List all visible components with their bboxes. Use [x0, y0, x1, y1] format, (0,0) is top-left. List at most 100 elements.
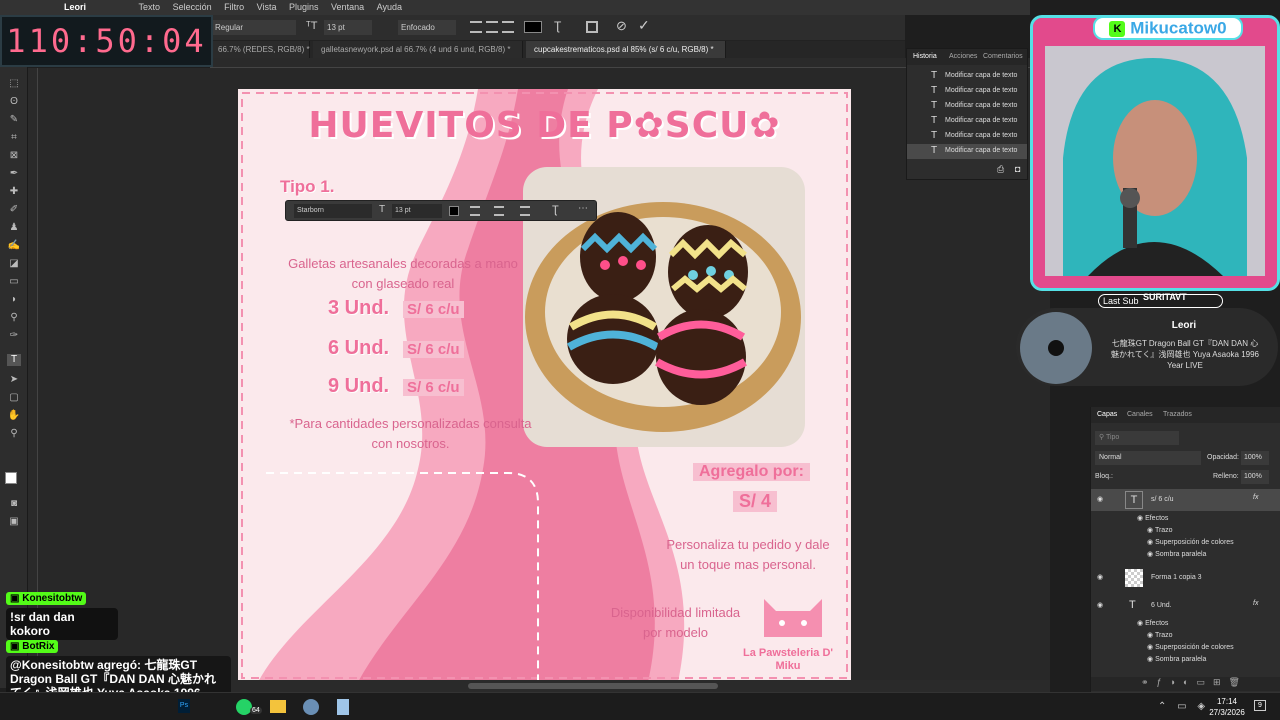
color-swatch[interactable] — [524, 21, 542, 33]
eyedropper-icon[interactable]: ✒ — [7, 168, 21, 180]
fill-input[interactable]: 100% — [1241, 470, 1269, 484]
tab-acciones[interactable]: Acciones — [949, 53, 977, 60]
notification-icon[interactable]: 9 — [1254, 700, 1266, 711]
history-brush-icon[interactable]: ✍ — [7, 240, 21, 252]
quick-mask-icon[interactable]: ◙ — [7, 498, 21, 510]
effect-item[interactable]: ◉ Efectos — [1091, 514, 1280, 526]
history-item[interactable]: T Modificar capa de texto — [907, 84, 1027, 99]
history-item[interactable]: T Modificar capa de texto — [907, 129, 1027, 144]
opacity-input[interactable]: 100% — [1241, 451, 1269, 465]
scroll-thumb[interactable] — [468, 683, 718, 689]
warp-text-icon[interactable]: Ʈ — [554, 19, 561, 33]
effect-item[interactable]: ◉ Sombra paralela — [1091, 550, 1280, 562]
layer-row[interactable]: ◉ T 6 Und. fx — [1091, 595, 1280, 617]
adjust-icon[interactable]: ◐ — [1183, 677, 1196, 687]
layer-row[interactable]: ◉ T s/ 6 c/u fx — [1091, 489, 1280, 511]
tab-comentarios[interactable]: Comentarios — [983, 53, 1023, 60]
layer-search[interactable]: ⚲ Tipo — [1095, 431, 1179, 445]
hand-tool-icon[interactable]: ✋ — [7, 410, 21, 422]
tab-galletas[interactable]: galletasnewyork.psd al 66.7% (4 und 6 un… — [313, 41, 523, 58]
anti-alias-select[interactable]: Enfocado — [398, 20, 456, 35]
snapshot-icon[interactable]: ⎙ — [997, 164, 1004, 175]
price-6[interactable]: S/ 6 c/u — [403, 341, 464, 358]
healing-icon[interactable]: ✚ — [7, 186, 21, 198]
visibility-eye-icon[interactable]: ◉ — [1097, 495, 1103, 503]
menu-ventana[interactable]: Ventana — [331, 0, 364, 15]
pen-icon[interactable]: ✑ — [7, 330, 21, 342]
foreground-color[interactable] — [5, 472, 17, 484]
align-center-icon[interactable] — [494, 206, 504, 216]
font-family-select[interactable]: Starborn — [294, 204, 372, 218]
tab-cupcakes[interactable]: cupcakestrematicos.psd al 85% (s/ 6 c/u,… — [526, 41, 726, 58]
menu-seleccion[interactable]: Selección — [173, 0, 212, 15]
panels-icon[interactable] — [586, 21, 598, 33]
effect-item[interactable]: ◉ Superposición de colores — [1091, 538, 1280, 550]
marquee-tool-icon[interactable]: ⬚ — [7, 78, 21, 90]
font-size-select[interactable]: 13 pt — [392, 204, 442, 218]
blur-icon[interactable]: ◗ — [7, 294, 21, 306]
fx-add-icon[interactable]: ƒ — [1157, 677, 1170, 687]
shape-tool-icon[interactable]: ▢ — [7, 392, 21, 404]
whatsapp-icon[interactable] — [236, 699, 252, 715]
history-item[interactable]: T Modificar capa de texto — [907, 114, 1027, 129]
align-right-icon[interactable] — [520, 206, 530, 216]
warp-text-icon[interactable]: Ʈ — [552, 204, 559, 216]
tab-redes[interactable]: 66.7% (REDES, RGB/8) * — [210, 41, 310, 58]
history-item[interactable]: T Modificar capa de texto — [907, 99, 1027, 114]
crop-tool-icon[interactable]: ⌗ — [7, 132, 21, 144]
effect-item[interactable]: ◉ Sombra paralela — [1091, 655, 1280, 667]
tab-capas[interactable]: Capas — [1097, 411, 1117, 418]
mask-icon[interactable]: ◑ — [1170, 677, 1183, 687]
camera-icon[interactable]: ◘ — [1015, 164, 1020, 174]
brush-icon[interactable]: ✐ — [7, 204, 21, 216]
photoshop-icon[interactable]: Ps — [178, 699, 190, 713]
menu-ayuda[interactable]: Ayuda — [377, 0, 402, 15]
zoom-tool-icon[interactable]: ⚲ — [7, 428, 21, 440]
app-icon[interactable] — [303, 699, 319, 715]
file-explorer-icon[interactable] — [270, 700, 286, 713]
font-style-select[interactable]: Regular — [212, 20, 296, 35]
type-tool-icon[interactable]: T — [7, 354, 21, 366]
lasso-tool-icon[interactable]: ʘ — [7, 96, 21, 108]
cancel-icon[interactable]: ⊘ — [616, 18, 627, 34]
effect-item[interactable]: ◉ Trazo — [1091, 631, 1280, 643]
history-item[interactable]: T Modificar capa de texto — [907, 69, 1027, 84]
more-icon[interactable]: ⋯ — [578, 203, 588, 214]
layer-row[interactable]: ◉ Forma 1 copia 3 — [1091, 567, 1280, 589]
frame-tool-icon[interactable]: ⊠ — [7, 150, 21, 162]
tab-trazados[interactable]: Trazados — [1163, 411, 1192, 418]
color-swatch[interactable] — [449, 206, 459, 216]
align-left-icon[interactable] — [470, 21, 482, 33]
visibility-eye-icon[interactable]: ◉ — [1097, 573, 1103, 581]
dodge-icon[interactable]: ⚲ — [7, 312, 21, 324]
screen-mode-icon[interactable]: ▣ — [7, 516, 21, 528]
tab-canales[interactable]: Canales — [1127, 411, 1153, 418]
align-center-icon[interactable] — [486, 21, 498, 33]
menu-texto[interactable]: Texto — [139, 0, 161, 15]
group-icon[interactable]: ▭ — [1196, 677, 1213, 687]
artboard[interactable]: HUEVITOS DE P✿SCU✿ Tipo 1. Galletas arte… — [238, 89, 851, 682]
align-left-icon[interactable] — [470, 206, 480, 216]
effect-item[interactable]: ◉ Trazo — [1091, 526, 1280, 538]
path-select-icon[interactable]: ➤ — [7, 374, 21, 386]
new-layer-icon[interactable]: ⊞ — [1213, 677, 1229, 687]
tab-historia[interactable]: Historia — [913, 53, 937, 60]
trash-icon[interactable]: 🗑 — [1229, 677, 1248, 687]
history-item[interactable]: T Modificar capa de texto — [907, 144, 1027, 159]
menu-plugins[interactable]: Plugins — [289, 0, 319, 15]
fx-icon[interactable]: fx — [1253, 494, 1258, 501]
gradient-icon[interactable]: ▭ — [7, 276, 21, 288]
menu-vista[interactable]: Vista — [257, 0, 277, 15]
align-right-icon[interactable] — [502, 21, 514, 33]
blend-mode-select[interactable]: Normal — [1095, 451, 1201, 465]
menu-filtro[interactable]: Filtro — [224, 0, 244, 15]
font-size-select[interactable]: 13 pt — [324, 20, 372, 35]
link-icon[interactable]: ⚭ — [1141, 677, 1157, 687]
fx-icon[interactable]: fx — [1253, 600, 1258, 607]
quick-select-icon[interactable]: ✎ — [7, 114, 21, 126]
eraser-icon[interactable]: ◪ — [7, 258, 21, 270]
effect-item[interactable]: ◉ Superposición de colores — [1091, 643, 1280, 655]
stamp-icon[interactable]: ♟ — [7, 222, 21, 234]
visibility-eye-icon[interactable]: ◉ — [1097, 601, 1103, 609]
notepad-icon[interactable] — [337, 699, 349, 715]
